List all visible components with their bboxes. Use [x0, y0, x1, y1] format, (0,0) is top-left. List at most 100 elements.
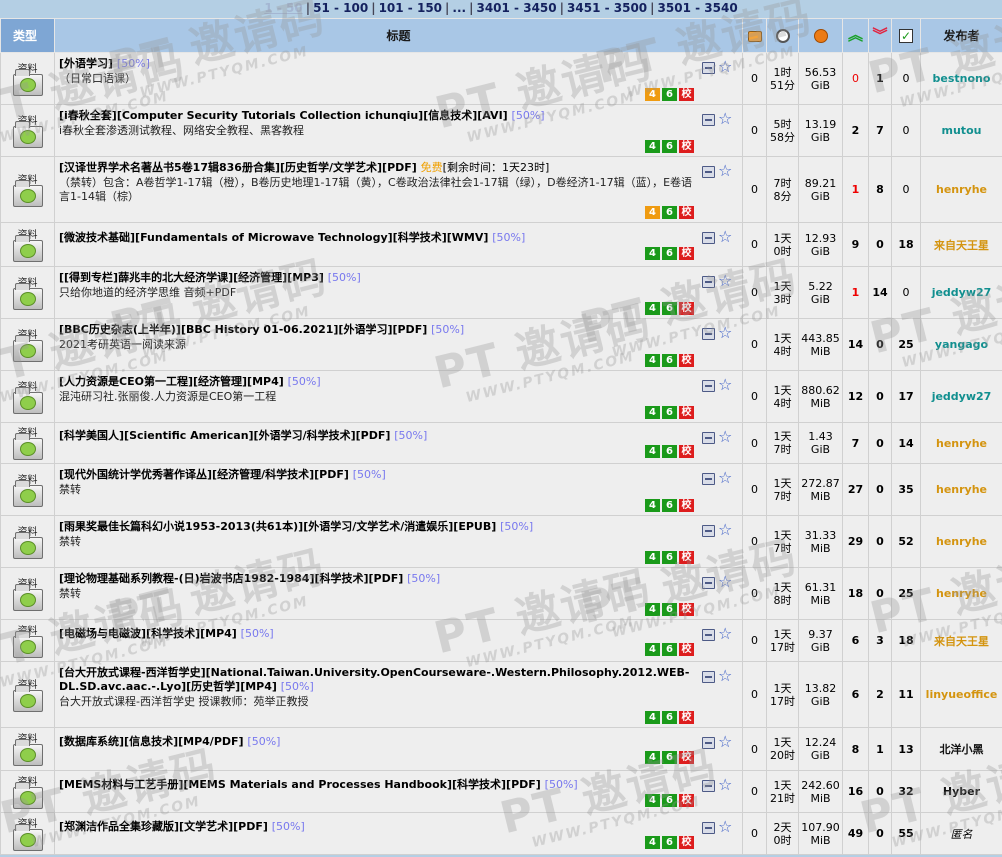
category-icon[interactable]: 资料 [10, 729, 46, 769]
bookmark-star-icon[interactable]: ☆ [718, 625, 732, 643]
uploader-name[interactable]: mutou [942, 124, 982, 137]
pager-link[interactable]: 3401 - 3450 [476, 1, 556, 15]
uploader-name[interactable]: henryhe [936, 183, 987, 196]
torrent-title-link[interactable]: [数据库系统][信息技术][MP4/PDF] [59, 735, 244, 748]
comments-count[interactable]: 0 [743, 53, 767, 105]
leechers-count[interactable]: 1 [869, 728, 892, 771]
category-icon[interactable]: 资料 [10, 273, 46, 313]
pager-link[interactable]: 3501 - 3540 [658, 1, 738, 15]
torrent-title-link[interactable]: [i春秋全套][Computer Security Tutorials Coll… [59, 109, 508, 122]
comments-count[interactable]: 0 [743, 423, 767, 464]
category-icon[interactable]: 资料 [10, 225, 46, 265]
category-icon[interactable]: 资料 [10, 574, 46, 614]
bookmark-star-icon[interactable]: ☆ [718, 573, 732, 591]
completed-count[interactable]: 18 [892, 620, 921, 662]
uploader-name[interactable]: bestnono [933, 72, 991, 85]
header-time[interactable] [767, 19, 799, 53]
category-icon[interactable]: 资料 [10, 423, 46, 463]
seeders-count[interactable]: 8 [843, 728, 869, 771]
seeders-count[interactable]: 1 [843, 267, 869, 319]
completed-count[interactable]: 35 [892, 464, 921, 516]
comments-count[interactable]: 0 [743, 620, 767, 662]
header-uploader[interactable]: 发布者 [921, 19, 1002, 53]
download-icon[interactable] [702, 737, 715, 749]
bookmark-star-icon[interactable]: ☆ [718, 376, 732, 394]
category-icon[interactable]: 资料 [10, 377, 46, 417]
leechers-count[interactable]: 0 [869, 223, 892, 267]
seeders-count[interactable]: 29 [843, 516, 869, 568]
completed-count[interactable]: 18 [892, 223, 921, 267]
bookmark-star-icon[interactable]: ☆ [718, 110, 732, 128]
comments-count[interactable]: 0 [743, 728, 767, 771]
pager-link[interactable]: 51 - 100 [313, 1, 368, 15]
leechers-count[interactable]: 2 [869, 662, 892, 728]
header-completed[interactable]: ✓ [892, 19, 921, 53]
header-title[interactable]: 标题 [55, 19, 743, 53]
comments-count[interactable]: 0 [743, 157, 767, 223]
bookmark-star-icon[interactable]: ☆ [718, 58, 732, 76]
download-icon[interactable] [702, 525, 715, 537]
leechers-count[interactable]: 0 [869, 813, 892, 855]
seeders-count[interactable]: 6 [843, 662, 869, 728]
bookmark-star-icon[interactable]: ☆ [718, 228, 732, 246]
comments-count[interactable]: 0 [743, 568, 767, 620]
uploader-name[interactable]: 来自天王星 [934, 239, 989, 252]
completed-count[interactable]: 0 [892, 157, 921, 223]
uploader-name[interactable]: linyueoffice [926, 688, 998, 701]
comments-count[interactable]: 0 [743, 223, 767, 267]
download-icon[interactable] [702, 577, 715, 589]
download-icon[interactable] [702, 276, 715, 288]
category-icon[interactable]: 资料 [10, 621, 46, 661]
comments-count[interactable]: 0 [743, 267, 767, 319]
leechers-count[interactable]: 7 [869, 105, 892, 157]
download-icon[interactable] [702, 432, 715, 444]
bookmark-star-icon[interactable]: ☆ [718, 428, 732, 446]
seeders-count[interactable]: 14 [843, 319, 869, 371]
comments-count[interactable]: 0 [743, 662, 767, 728]
bookmark-star-icon[interactable]: ☆ [718, 818, 732, 836]
uploader-name[interactable]: henryhe [936, 437, 987, 450]
download-icon[interactable] [702, 166, 715, 178]
seeders-count[interactable]: 49 [843, 813, 869, 855]
download-icon[interactable] [702, 328, 715, 340]
uploader-name[interactable]: jeddyw27 [932, 390, 992, 403]
category-icon[interactable]: 资料 [10, 470, 46, 510]
download-icon[interactable] [702, 473, 715, 485]
torrent-title-link[interactable]: [MEMS材料与工艺手册][MEMS Materials and Process… [59, 778, 541, 791]
torrent-title-link[interactable]: [微波技术基础][Fundamentals of Microwave Techn… [59, 231, 488, 244]
pager-link[interactable]: 3451 - 3500 [567, 1, 647, 15]
bookmark-star-icon[interactable]: ☆ [718, 469, 732, 487]
torrent-title-link[interactable]: [汉译世界学术名著丛书5卷17辑836册合集][历史哲学/文学艺术][PDF] [59, 161, 417, 174]
uploader-name[interactable]: 北洋小黑 [940, 743, 984, 756]
completed-count[interactable]: 0 [892, 53, 921, 105]
seeders-count[interactable]: 6 [843, 620, 869, 662]
leechers-count[interactable]: 1 [869, 53, 892, 105]
download-icon[interactable] [702, 114, 715, 126]
comments-count[interactable]: 0 [743, 319, 767, 371]
torrent-title-link[interactable]: [外语学习] [59, 57, 113, 70]
completed-count[interactable]: 13 [892, 728, 921, 771]
completed-count[interactable]: 11 [892, 662, 921, 728]
comments-count[interactable]: 0 [743, 105, 767, 157]
torrent-title-link[interactable]: [人力资源是CEO第一工程][经济管理][MP4] [59, 375, 284, 388]
torrent-title-link[interactable]: [现代外国统计学优秀著作译丛][经济管理/科学技术][PDF] [59, 468, 349, 481]
header-size[interactable] [799, 19, 843, 53]
category-icon[interactable]: 资料 [10, 111, 46, 151]
header-comments[interactable] [743, 19, 767, 53]
category-icon[interactable]: 资料 [10, 522, 46, 562]
uploader-name[interactable]: henryhe [936, 535, 987, 548]
seeders-count[interactable]: 1 [843, 157, 869, 223]
category-icon[interactable]: 资料 [10, 772, 46, 812]
bookmark-star-icon[interactable]: ☆ [718, 733, 732, 751]
uploader-name[interactable]: jeddyw27 [932, 286, 992, 299]
seeders-count[interactable]: 12 [843, 371, 869, 423]
completed-count[interactable]: 25 [892, 319, 921, 371]
uploader-name[interactable]: 来自天王星 [934, 635, 989, 648]
comments-count[interactable]: 0 [743, 813, 767, 855]
bookmark-star-icon[interactable]: ☆ [718, 521, 732, 539]
torrent-title-link[interactable]: [[得到专栏]薛兆丰的北大经济学课][经济管理][MP3] [59, 271, 324, 284]
bookmark-star-icon[interactable]: ☆ [718, 272, 732, 290]
category-icon[interactable]: 资料 [10, 325, 46, 365]
leechers-count[interactable]: 8 [869, 157, 892, 223]
uploader-name[interactable]: henryhe [936, 587, 987, 600]
